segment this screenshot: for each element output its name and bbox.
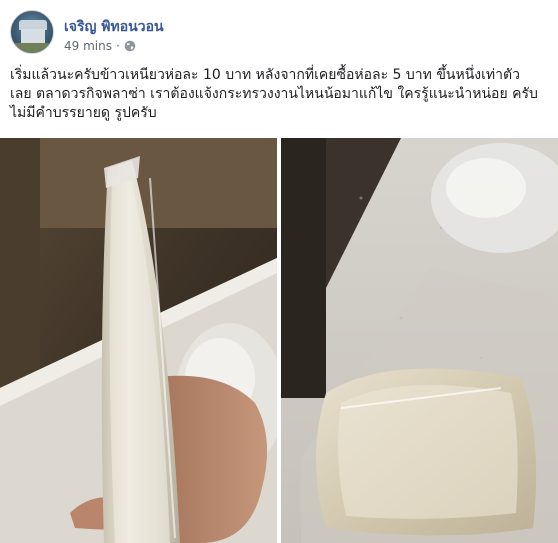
- facebook-post: เจริญ พิทอนวอน 49 mins · เริ่มแล้วนะครับ…: [0, 0, 558, 543]
- author-name[interactable]: เจริญ พิทอนวอน: [64, 16, 164, 38]
- avatar[interactable]: [10, 10, 54, 54]
- photo-image: [0, 138, 277, 543]
- photo-sticky-rice-on-counter[interactable]: [281, 138, 558, 543]
- post-timestamp[interactable]: 49 mins: [64, 39, 112, 53]
- photo-sticky-rice-held[interactable]: [0, 138, 277, 543]
- post-meta: 49 mins ·: [64, 39, 136, 53]
- post-text-line: เริ่มแล้วนะครับข้าวเหนียวห่อละ 10 บาท หล…: [10, 67, 520, 83]
- post-text: เริ่มแล้วนะครับข้าวเหนียวห่อละ 10 บาท หล…: [10, 66, 550, 123]
- globe-icon[interactable]: [124, 40, 136, 52]
- post-photos: [0, 138, 558, 543]
- post-text-line: เลย ตลาดวรกิจพลาซ่า เราต้องแจ้งกระทรวงงา…: [10, 86, 538, 102]
- photo-image: [281, 138, 558, 543]
- post-header: เจริญ พิทอนวอน 49 mins ·: [8, 8, 548, 58]
- post-text-line: ไม่มีคำบรรยายดู รูปครับ: [10, 105, 157, 121]
